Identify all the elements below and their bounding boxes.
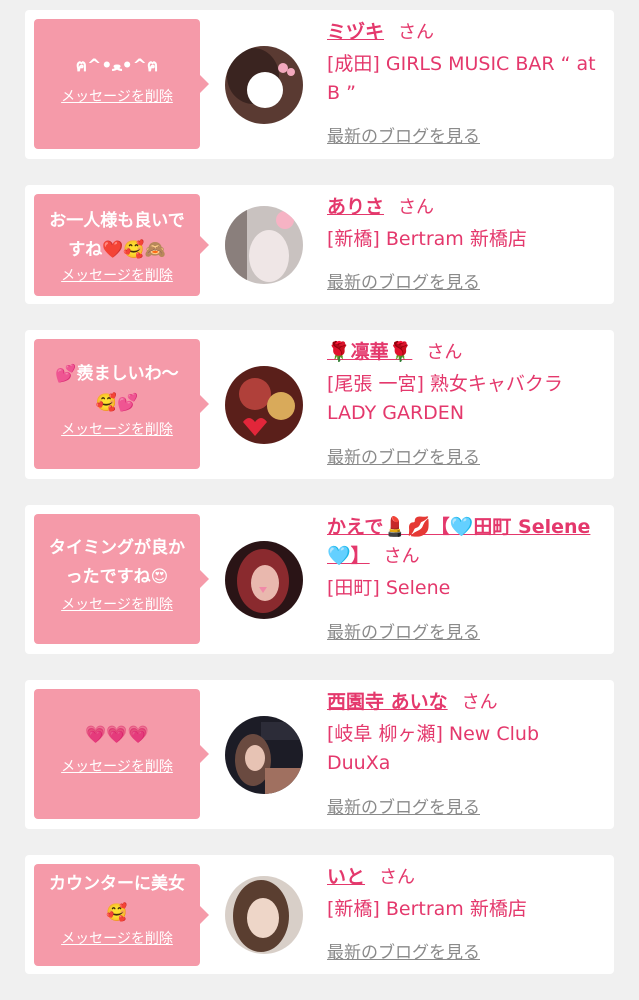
list-item: お一人様も良いですね❤️🥰🙈 メッセージを削除 ありさ さん [新橋] Bertr…	[25, 185, 614, 304]
name-link[interactable]: 🌹凛華🌹	[327, 341, 412, 363]
name-line: ミヅキ さん	[327, 18, 607, 47]
profile-info: 🌹凛華🌹 さん [尾張 一宮] 熟女キャバクラ LADY GARDEN	[327, 338, 607, 428]
delete-message-link[interactable]: メッセージを削除	[34, 595, 200, 615]
list-item: ฅ^•ﻌ•^ฅ メッセージを削除 ミヅキ さん [成田] GIRLS MUSIC …	[25, 10, 614, 159]
name-link[interactable]: ミヅキ	[327, 21, 384, 43]
latest-blog-link[interactable]: 最新のブログを見る	[327, 443, 480, 468]
message-text: ฅ^•ﻌ•^ฅ	[75, 56, 159, 76]
message-bubble: お一人様も良いですね❤️🥰🙈 メッセージを削除	[34, 194, 209, 296]
latest-blog-link[interactable]: 最新のブログを見る	[327, 938, 480, 963]
profile-info: かえで💄💋【🩵田町 Selene🩵】 さん [田町] Selene	[327, 513, 607, 603]
name-link[interactable]: いと	[327, 866, 365, 888]
honorific: さん	[398, 197, 435, 218]
avatar[interactable]	[225, 206, 303, 284]
shop-name: [田町] Selene	[327, 577, 451, 599]
message-text: 💕羨ましいわ〜🥰💕	[55, 364, 179, 413]
name-line: いと さん	[327, 863, 607, 892]
name-link[interactable]: かえで💄💋【🩵田町 Selene🩵】	[327, 516, 590, 567]
name-link[interactable]: 西園寺 あいな	[327, 691, 448, 713]
profile-info: いと さん [新橋] Bertram 新橋店	[327, 863, 607, 924]
message-text: お一人様も良いですね❤️🥰🙈	[49, 211, 185, 260]
name-link[interactable]: ありさ	[327, 196, 384, 218]
honorific: さん	[379, 867, 416, 888]
list-item: カウンターに美女🥰 メッセージを削除 いと さん [新橋] Bertram 新橋店…	[25, 855, 614, 974]
honorific: さん	[383, 546, 420, 567]
delete-message-link[interactable]: メッセージを削除	[34, 266, 200, 286]
delete-message-link[interactable]: メッセージを削除	[34, 757, 200, 777]
message-text: 💗💗💗	[85, 725, 149, 745]
delete-message-link[interactable]: メッセージを削除	[34, 87, 200, 107]
profile-info: ありさ さん [新橋] Bertram 新橋店	[327, 193, 607, 254]
list-item: 💗💗💗 メッセージを削除 西園寺 あいな さん [岐阜 柳ヶ瀬] New Club…	[25, 680, 614, 829]
message-bubble: 💕羨ましいわ〜🥰💕 メッセージを削除	[34, 339, 209, 469]
honorific: さん	[426, 342, 463, 363]
list-item: 💕羨ましいわ〜🥰💕 メッセージを削除 🌹凛華🌹 さん [尾張 一宮] 熟女キャバク…	[25, 330, 614, 479]
message-bubble: 💗💗💗 メッセージを削除	[34, 689, 209, 819]
message-text: カウンターに美女🥰	[49, 874, 185, 923]
name-line: 🌹凛華🌹 さん	[327, 338, 607, 367]
latest-blog-link[interactable]: 最新のブログを見る	[327, 618, 480, 643]
shop-name: [新橋] Bertram 新橋店	[327, 228, 527, 250]
avatar[interactable]	[225, 541, 303, 619]
message-bubble: タイミングが良かったですね😍 メッセージを削除	[34, 514, 209, 644]
name-line: 西園寺 あいな さん	[327, 688, 607, 717]
message-text: タイミングが良かったですね😍	[49, 538, 185, 587]
avatar[interactable]	[225, 46, 303, 124]
delete-message-link[interactable]: メッセージを削除	[34, 420, 200, 440]
shop-name: [尾張 一宮] 熟女キャバクラ LADY GARDEN	[327, 373, 563, 424]
shop-name: [成田] GIRLS MUSIC BAR “ at B ”	[327, 53, 596, 104]
latest-blog-link[interactable]: 最新のブログを見る	[327, 793, 480, 818]
profile-info: ミヅキ さん [成田] GIRLS MUSIC BAR “ at B ”	[327, 18, 607, 108]
list-item: タイミングが良かったですね😍 メッセージを削除 かえで💄💋【🩵田町 Selene…	[25, 505, 614, 654]
name-line: ありさ さん	[327, 193, 607, 222]
message-bubble: ฅ^•ﻌ•^ฅ メッセージを削除	[34, 19, 209, 149]
latest-blog-link[interactable]: 最新のブログを見る	[327, 122, 480, 147]
shop-name: [岐阜 柳ヶ瀬] New Club DuuXa	[327, 723, 540, 774]
honorific: さん	[398, 22, 435, 43]
delete-message-link[interactable]: メッセージを削除	[34, 929, 200, 949]
honorific: さん	[461, 692, 498, 713]
avatar[interactable]	[225, 366, 303, 444]
name-line: かえで💄💋【🩵田町 Selene🩵】 さん	[327, 513, 607, 571]
message-bubble: カウンターに美女🥰 メッセージを削除	[34, 864, 209, 966]
latest-blog-link[interactable]: 最新のブログを見る	[327, 268, 480, 293]
avatar[interactable]	[225, 876, 303, 954]
shop-name: [新橋] Bertram 新橋店	[327, 898, 527, 920]
message-list: ฅ^•ﻌ•^ฅ メッセージを削除 ミヅキ さん [成田] GIRLS MUSIC …	[0, 0, 639, 1000]
avatar[interactable]	[225, 716, 303, 794]
profile-info: 西園寺 あいな さん [岐阜 柳ヶ瀬] New Club DuuXa	[327, 688, 607, 778]
